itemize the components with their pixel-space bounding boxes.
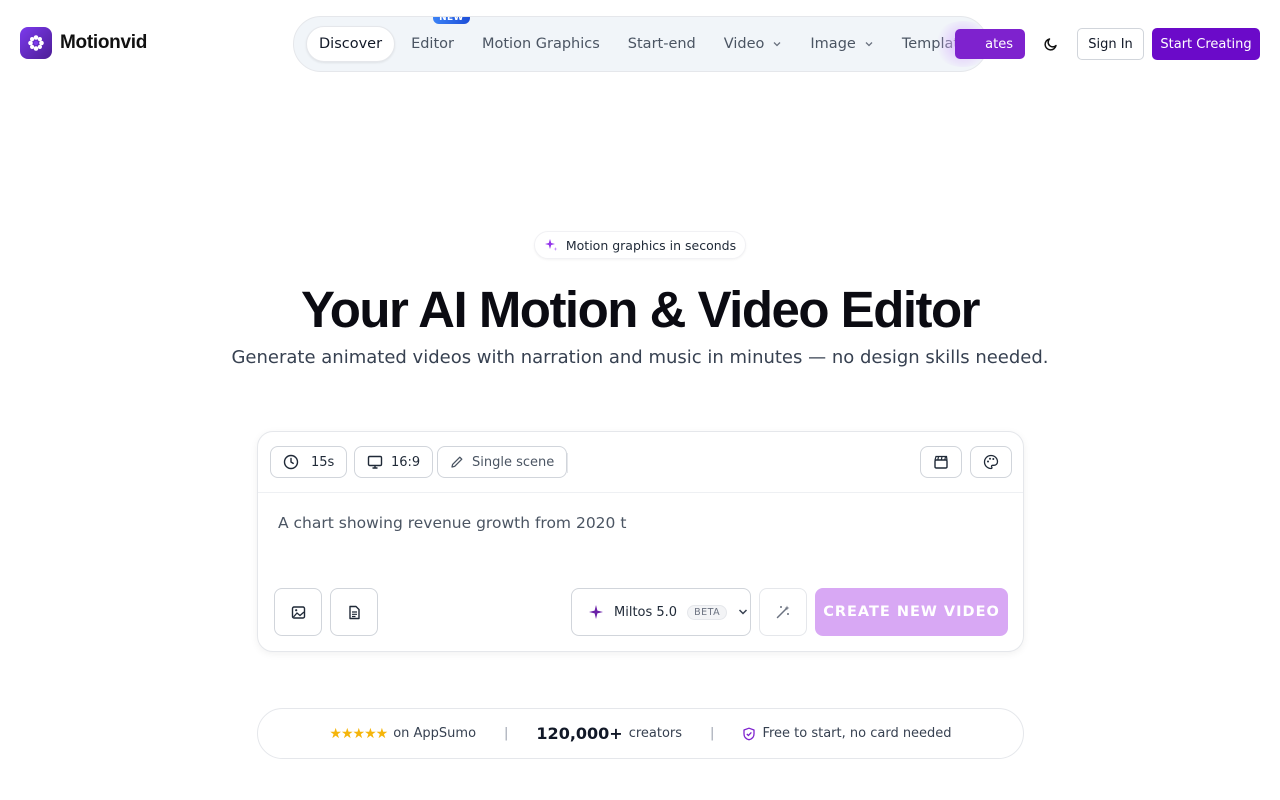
sparkle-icon <box>589 605 603 619</box>
nav-item-discover[interactable]: Discover <box>306 26 396 62</box>
separator: | <box>710 726 715 741</box>
hero-subtitle: Generate animated videos with narration … <box>231 347 1049 368</box>
appsumo-label: on AppSumo <box>393 726 477 741</box>
scene-mode-selector[interactable]: Single scene <box>437 446 568 478</box>
video-composer: 15s 16:9 Single scene A chart showing re… <box>257 431 1024 652</box>
clapperboard-button[interactable] <box>920 446 962 478</box>
scene-mode-value: Single scene <box>472 454 555 470</box>
creators-label: creators <box>628 726 683 741</box>
nav-label: Discover <box>319 36 383 52</box>
hero-pill-label: Motion graphics in seconds <box>565 237 737 253</box>
chevron-down-icon <box>739 609 748 615</box>
pencil-icon <box>451 456 463 468</box>
document-icon <box>348 605 360 619</box>
nav-item-start-end[interactable]: Start-end <box>628 36 696 52</box>
duration-selector[interactable]: 15s <box>270 446 348 478</box>
palette-button[interactable] <box>970 446 1012 478</box>
nav-item-video[interactable]: Video <box>724 36 783 52</box>
palette-icon <box>983 454 999 470</box>
updates-label: ates <box>985 36 1013 52</box>
sign-in-button[interactable]: Sign In <box>1077 28 1144 60</box>
start-creating-label: Start Creating <box>1160 36 1252 52</box>
separator: | <box>504 726 509 741</box>
clapperboard-icon <box>934 455 948 469</box>
nav-item-editor[interactable]: Editor NEW <box>411 17 470 52</box>
toolbar-divider <box>567 453 568 473</box>
free-start-label: Free to start, no card needed <box>762 726 952 741</box>
clock-icon <box>283 454 299 470</box>
theme-toggle-button[interactable] <box>1038 30 1064 58</box>
creator-count: 120,000+ <box>536 724 623 743</box>
composer-toolbar: 15s 16:9 Single scene <box>258 432 1023 493</box>
aspect-ratio-value: 16:9 <box>391 454 421 470</box>
nav-label: Editor <box>411 36 454 52</box>
attach-document-button[interactable] <box>330 588 378 636</box>
attach-image-button[interactable] <box>274 588 322 636</box>
model-name: Miltos 5.0 <box>614 604 678 620</box>
magic-enhance-button[interactable] <box>759 588 807 636</box>
hero-pill: Motion graphics in seconds <box>534 231 746 259</box>
sign-in-label: Sign In <box>1088 36 1133 52</box>
nav-label: Video <box>723 36 765 52</box>
nav-label: Motion Graphics <box>481 36 600 52</box>
duration-value: 15s <box>311 454 335 470</box>
magic-wand-icon <box>776 605 790 619</box>
brand-name: Motionvid <box>60 32 148 53</box>
sparkle-icon <box>544 239 558 251</box>
beta-badge: BETA <box>687 604 728 620</box>
create-video-button[interactable]: CREATE NEW VIDEO <box>815 588 1008 636</box>
monitor-icon <box>367 455 383 469</box>
logo-flower-icon <box>20 27 52 59</box>
hero-title: Your AI Motion & Video Editor <box>300 281 981 338</box>
moon-icon <box>1044 38 1057 51</box>
nav-item-motion-graphics[interactable]: Motion Graphics <box>482 36 600 52</box>
main-nav: Discover Editor NEW Motion Graphics Star… <box>293 16 988 72</box>
rating-stars: ★★★★★ <box>329 725 388 742</box>
aspect-ratio-selector[interactable]: 16:9 <box>354 446 434 478</box>
brand-logo[interactable]: Motionvid <box>20 27 147 59</box>
shield-check-icon <box>743 727 756 740</box>
nav-label: Image <box>810 36 856 52</box>
chevron-down-icon <box>773 42 781 47</box>
trust-bar: ★★★★★ on AppSumo | 120,000+ creators | F… <box>257 708 1024 759</box>
nav-item-image[interactable]: Image <box>810 36 873 52</box>
model-selector[interactable]: Miltos 5.0 BETA <box>571 588 751 636</box>
prompt-input[interactable]: A chart showing revenue growth from 2020… <box>278 514 626 532</box>
nav-label: Start-end <box>627 36 696 52</box>
chevron-down-icon <box>865 42 873 47</box>
image-icon <box>291 605 305 619</box>
start-creating-button[interactable]: Start Creating <box>1152 28 1260 60</box>
updates-button[interactable]: ates <box>955 29 1025 59</box>
new-badge: NEW <box>433 17 470 24</box>
